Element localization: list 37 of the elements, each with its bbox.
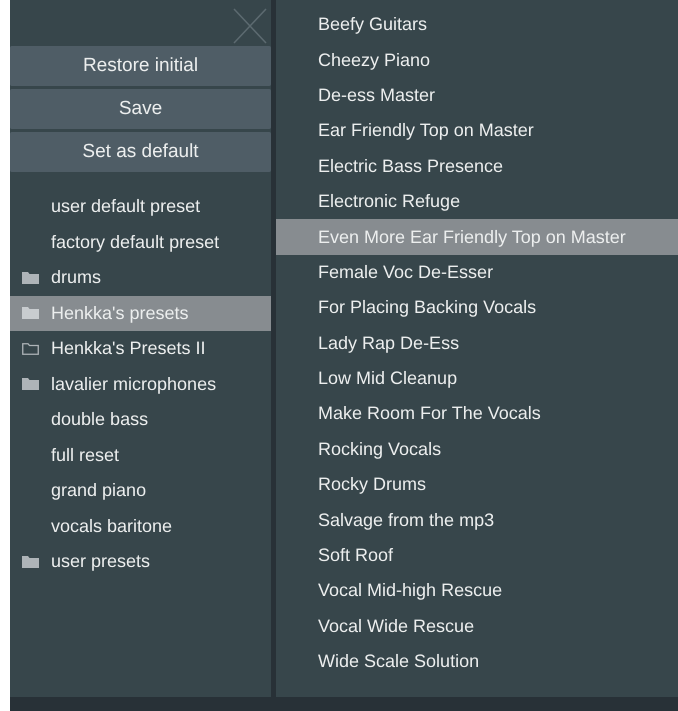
preset-item[interactable]: vocals baritone [10, 508, 271, 544]
folder-icon [22, 307, 39, 320]
preset-item[interactable]: De-ess Master [276, 78, 678, 114]
preset-item[interactable]: Cheezy Piano [276, 42, 678, 78]
preset-item[interactable]: Lady Rap De-Ess [276, 326, 678, 361]
close-icon[interactable] [233, 8, 267, 44]
preset-item[interactable]: Vocal Wide Rescue [276, 608, 678, 644]
preset-item[interactable]: Female Voc De-Esser [276, 254, 678, 290]
preset-item[interactable]: Electronic Refuge [276, 184, 678, 220]
preset-item[interactable]: Rocky Drums [276, 467, 678, 502]
preset-item[interactable]: Electric Bass Presence [276, 148, 678, 184]
preset-action-button[interactable]: Save [10, 89, 271, 129]
preset-item[interactable]: user default preset [10, 189, 271, 224]
preset-item[interactable]: Beefy Guitars [276, 7, 678, 42]
preset-action-button[interactable]: Set as default [10, 132, 271, 172]
preset-item[interactable]: Wide Scale Solution [276, 644, 678, 680]
preset-item[interactable]: Soft Roof [276, 538, 678, 574]
folder-icon [22, 272, 39, 284]
preset-action-button[interactable]: Restore initial [10, 46, 271, 86]
folder-item[interactable]: drums [10, 260, 271, 296]
preset-item[interactable]: Salvage from the mp3 [276, 502, 678, 538]
preset-item[interactable]: full reset [10, 438, 271, 473]
preset-item[interactable]: factory default preset [10, 224, 271, 260]
preset-item[interactable]: Rocking Vocals [276, 432, 678, 468]
preset-item[interactable]: Low Mid Cleanup [276, 360, 678, 396]
preset-item[interactable]: grand piano [10, 473, 271, 508]
preset-item[interactable]: Vocal Mid-high Rescue [276, 573, 678, 609]
preset-item[interactable]: For Placing Backing Vocals [276, 290, 678, 326]
preset-item[interactable]: double bass [10, 402, 271, 438]
preset-item[interactable]: Ear Friendly Top on Master [276, 113, 678, 149]
preset-item[interactable]: Make Room For The Vocals [276, 396, 678, 432]
folder-icon [22, 556, 39, 568]
folder-icon [22, 342, 39, 355]
folder-icon [22, 378, 39, 390]
folder-item[interactable]: lavalier microphones [10, 366, 271, 402]
folder-item[interactable]: Henkka's Presets II [10, 331, 271, 366]
folder-item[interactable]: user presets [10, 544, 271, 580]
